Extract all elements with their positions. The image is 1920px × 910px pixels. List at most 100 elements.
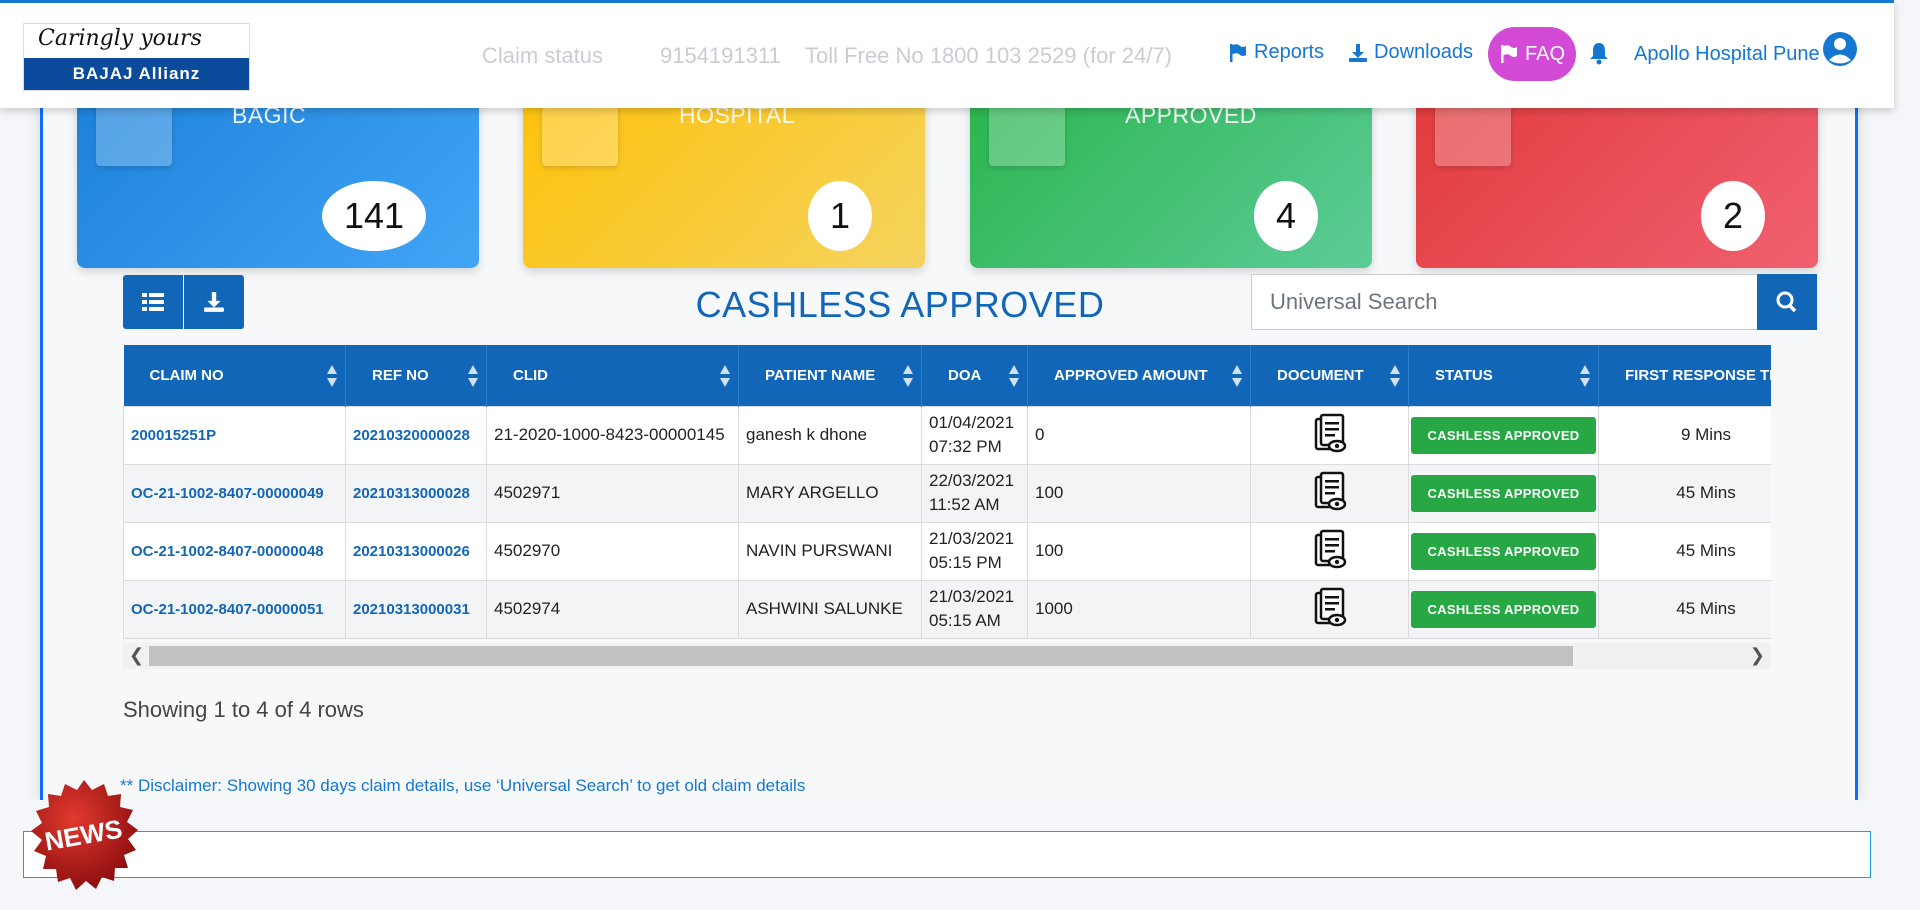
downloads-label: Downloads	[1374, 41, 1473, 63]
patient-name-cell: NAVIN PURSWANI	[738, 521, 922, 581]
status-badge: CASHLESS APPROVED	[1410, 416, 1597, 454]
status-badge: CASHLESS APPROVED	[1410, 474, 1597, 512]
logo-brand: BAJAJ Allianz	[24, 58, 249, 90]
card-icon	[1435, 100, 1511, 166]
claim-no-cell[interactable]: OC-21-1002-8407-00000051	[123, 579, 346, 639]
table-row[interactable]: OC-21-1002-8407-00000048 20210313000026 …	[123, 521, 1771, 581]
list-view-button[interactable]	[123, 275, 183, 329]
search-button[interactable]	[1757, 274, 1817, 330]
table-row[interactable]: OC-21-1002-8407-00000051 20210313000031 …	[123, 579, 1771, 639]
claim-status-text: Claim status	[482, 43, 604, 68]
scroll-right-icon[interactable]: ❯	[1750, 645, 1765, 666]
ref-no-cell[interactable]: 20210320000028	[345, 405, 487, 465]
card-count: 1	[808, 181, 872, 251]
flag-icon	[1230, 43, 1246, 62]
disclaimer-text: ** Disclaimer: Showing 30 days claim det…	[120, 776, 806, 795]
doa-time: 05:15 AM	[929, 611, 1001, 630]
doa-cell: 01/04/2021 07:32 PM	[921, 405, 1028, 465]
column-header[interactable]: CLID	[486, 345, 739, 406]
sort-icon[interactable]	[468, 365, 478, 387]
column-header-label: CLID	[513, 366, 548, 384]
user-name[interactable]: Apollo Hospital Pune	[1634, 43, 1820, 66]
column-header[interactable]: DOA	[921, 345, 1028, 406]
column-header[interactable]: PATIENT NAME	[738, 345, 922, 406]
sort-icon[interactable]	[903, 365, 913, 387]
document-cell	[1250, 579, 1409, 639]
status-badge: CASHLESS APPROVED	[1410, 532, 1597, 570]
patient-name-cell: ganesh k dhone	[738, 405, 922, 465]
universal-search-input[interactable]	[1251, 274, 1759, 330]
status-cell: CASHLESS APPROVED	[1408, 405, 1599, 465]
doa-date: 21/03/2021	[929, 587, 1015, 606]
approved-amount-cell: 100	[1027, 463, 1251, 523]
column-header-label: APPROVED AMOUNT	[1054, 366, 1208, 384]
status-cell: CASHLESS APPROVED	[1408, 521, 1599, 581]
column-header[interactable]: REF NO	[345, 345, 487, 406]
flag-icon	[1500, 45, 1517, 63]
claim-no-cell[interactable]: OC-21-1002-8407-00000048	[123, 521, 346, 581]
column-header[interactable]: DOCUMENT	[1250, 345, 1409, 406]
claim-no-cell[interactable]: OC-21-1002-8407-00000049	[123, 463, 346, 523]
bajaj-allianz-logo[interactable]: Caringly yours BAJAJ Allianz	[23, 23, 250, 91]
first-response-cell: 45 Mins	[1598, 579, 1771, 639]
claims-table-container: CLAIM NO REF NO CLID PATIENT NAME DOA AP…	[123, 345, 1771, 642]
export-button[interactable]	[184, 275, 244, 329]
doa-date: 21/03/2021	[929, 529, 1015, 548]
doa-date: 01/04/2021	[929, 413, 1015, 432]
column-header[interactable]: APPROVED AMOUNT	[1027, 345, 1251, 406]
reports-label: Reports	[1254, 41, 1325, 63]
doa-time: 11:52 AM	[929, 495, 1000, 514]
ref-no-cell[interactable]: 20210313000026	[345, 521, 487, 581]
faq-label: FAQ	[1524, 42, 1565, 65]
logo-tagline: Caringly yours	[38, 26, 202, 51]
table-header-row: CLAIM NO REF NO CLID PATIENT NAME DOA AP…	[123, 345, 1771, 406]
sort-icon[interactable]	[1232, 365, 1242, 387]
scrollbar-thumb[interactable]	[149, 646, 1573, 666]
sort-icon[interactable]	[1009, 365, 1019, 387]
sort-icon[interactable]	[1580, 365, 1590, 387]
ref-no-cell[interactable]: 20210313000028	[345, 463, 487, 523]
status-cell: CASHLESS APPROVED	[1408, 579, 1599, 639]
status-badge: CASHLESS APPROVED	[1410, 590, 1597, 628]
page-title: CASHLESS APPROVED	[695, 284, 1105, 325]
card-count: 4	[1254, 181, 1318, 251]
column-header-label: CLAIM NO	[149, 366, 224, 384]
column-header[interactable]: FIRST RESPONSE TIME	[1598, 345, 1771, 406]
doa-time: 05:15 PM	[929, 553, 1002, 572]
faq-button[interactable]: FAQ	[1488, 27, 1576, 81]
document-view-icon[interactable]	[1312, 471, 1348, 511]
clid-cell: 21-2020-1000-8423-00000145	[486, 405, 739, 465]
column-header[interactable]: STATUS	[1408, 345, 1599, 406]
user-circle-icon[interactable]	[1822, 31, 1858, 67]
doa-cell: 21/03/2021 05:15 AM	[921, 579, 1028, 639]
doa-cell: 21/03/2021 05:15 PM	[921, 521, 1028, 581]
table-row[interactable]: OC-21-1002-8407-00000049 20210313000028 …	[123, 463, 1771, 523]
sort-icon[interactable]	[327, 365, 337, 387]
ref-no-cell[interactable]: 20210313000031	[345, 579, 487, 639]
clid-cell: 4502974	[486, 579, 739, 639]
download-icon	[204, 292, 224, 312]
document-cell	[1250, 463, 1409, 523]
first-response-cell: 9 Mins	[1598, 405, 1771, 465]
card-count: 2	[1701, 181, 1765, 251]
sort-icon[interactable]	[1390, 365, 1400, 387]
document-cell	[1250, 521, 1409, 581]
sort-icon[interactable]	[720, 365, 730, 387]
claim-no-cell[interactable]: 200015251P	[123, 405, 346, 465]
document-view-icon[interactable]	[1312, 413, 1348, 453]
doa-cell: 22/03/2021 11:52 AM	[921, 463, 1028, 523]
scroll-left-icon[interactable]: ❮	[129, 645, 144, 666]
column-header[interactable]: CLAIM NO	[123, 345, 346, 406]
table-row[interactable]: 200015251P 20210320000028 21-2020-1000-8…	[123, 405, 1771, 465]
horizontal-scrollbar[interactable]: ❮ ❯	[123, 643, 1771, 669]
document-view-icon[interactable]	[1312, 529, 1348, 569]
reports-link[interactable]: Reports	[1228, 41, 1324, 64]
downloads-link[interactable]: Downloads	[1348, 41, 1473, 64]
card-icon	[989, 100, 1065, 166]
patient-name-cell: MARY ARGELLO	[738, 463, 922, 523]
whatsapp-number: 9154191311	[660, 43, 781, 68]
bell-icon[interactable]	[1588, 41, 1610, 65]
card-icon	[542, 100, 618, 166]
search-icon	[1776, 291, 1797, 313]
document-view-icon[interactable]	[1312, 587, 1348, 627]
